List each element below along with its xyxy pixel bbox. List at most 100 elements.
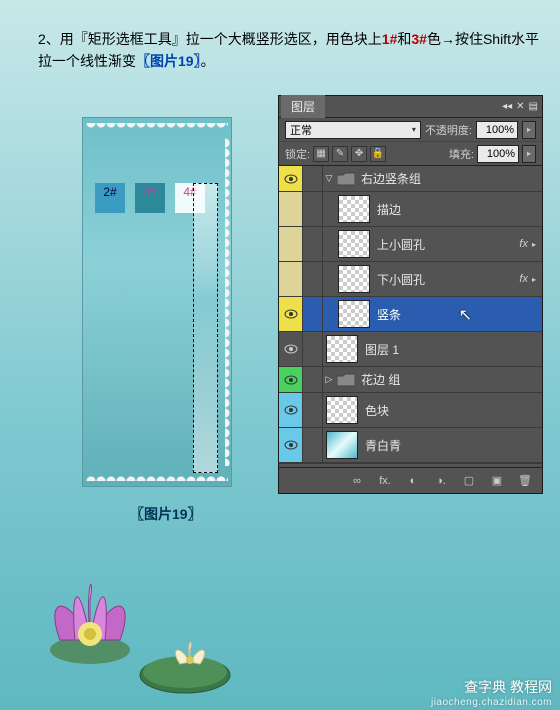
- visibility-toggle[interactable]: [279, 166, 303, 191]
- layer-style-button[interactable]: fx.: [376, 473, 394, 489]
- lock-col: [303, 297, 323, 331]
- layer-thumbnail: [326, 335, 358, 363]
- layer-name[interactable]: 下小圆孔: [373, 271, 519, 288]
- lock-col: [303, 332, 323, 366]
- panel-lock-row: 锁定: ▦ ✎ ✥ 🔒 填充: 100% ▸: [279, 142, 542, 166]
- layer-name[interactable]: 花边 组: [357, 371, 542, 388]
- fx-expand-icon[interactable]: ▸: [532, 240, 536, 249]
- scallop-top: [86, 123, 228, 133]
- layer-mask-button[interactable]: ◐: [404, 473, 422, 489]
- eye-icon: [284, 440, 298, 450]
- instr-t2: 和: [397, 31, 411, 47]
- layers-panel: 图层 ◂◂ ✕ ▤ 正常 ▾ 不透明度: 100% ▸ 锁定: ▦ ✎ ✥ 🔒 …: [278, 95, 543, 494]
- lilypad-image: [135, 620, 245, 700]
- instr-blue1: 〖图片19〗: [136, 53, 201, 69]
- visibility-toggle[interactable]: [279, 393, 303, 427]
- visibility-toggle[interactable]: [279, 332, 303, 366]
- blend-mode-value: 正常: [290, 122, 312, 138]
- folder-icon: [335, 170, 357, 188]
- eye-icon: [284, 174, 298, 184]
- layers-list: ▽ 右边竖条组 描边 上小圆孔 fx ▸: [279, 166, 542, 467]
- opacity-label: 不透明度:: [425, 122, 472, 138]
- panel-header: 图层 ◂◂ ✕ ▤: [279, 96, 542, 118]
- lock-all-button[interactable]: 🔒: [370, 146, 386, 162]
- layer-vertical-bar[interactable]: 竖条 ↖: [279, 297, 542, 332]
- lock-col: [303, 428, 323, 462]
- fill-input[interactable]: 100%: [477, 145, 519, 163]
- layer-thumbnail: [326, 396, 358, 424]
- lock-col: [303, 393, 323, 427]
- blend-mode-select[interactable]: 正常 ▾: [285, 121, 421, 139]
- instr-t1: 用『矩形选框工具』拉一个大概竖形选区，用色块上: [60, 31, 382, 47]
- delete-layer-button[interactable]: 🗑: [516, 473, 534, 489]
- watermark-url: jiaocheng.chazidian.com: [431, 697, 552, 708]
- new-layer-button[interactable]: ▣: [488, 473, 506, 489]
- lock-col: [303, 227, 323, 261]
- eye-icon: [284, 375, 298, 385]
- watermark-site: 查字典 教程网: [431, 677, 552, 697]
- eye-icon: [284, 344, 298, 354]
- panel-tab-layers[interactable]: 图层: [281, 95, 325, 118]
- link-layers-button[interactable]: ∞: [348, 473, 366, 489]
- opacity-slider-button[interactable]: ▸: [522, 121, 536, 139]
- visibility-toggle[interactable]: [279, 227, 303, 261]
- swatch-2: 2#: [95, 183, 125, 213]
- panel-arrows-icon: ◂◂: [502, 101, 512, 112]
- layer-group-lace[interactable]: ▷ 花边 组: [279, 367, 542, 393]
- lock-transparent-button[interactable]: ▦: [313, 146, 329, 162]
- fill-slider-button[interactable]: ▸: [522, 145, 536, 163]
- visibility-toggle[interactable]: [279, 192, 303, 226]
- eye-icon: [284, 309, 298, 319]
- new-group-button[interactable]: ▢: [460, 473, 478, 489]
- figure-caption: 〖图片19〗: [130, 504, 202, 524]
- visibility-toggle[interactable]: [279, 428, 303, 462]
- scallop-right: [225, 138, 235, 466]
- lock-pixels-button[interactable]: ✎: [332, 146, 348, 162]
- artwork-preview: 2# 3# 4#: [82, 117, 232, 487]
- fx-badge[interactable]: fx: [519, 238, 528, 250]
- layer-name[interactable]: 上小圆孔: [373, 236, 519, 253]
- panel-footer: ∞ fx. ◐ ◑. ▢ ▣ 🗑: [279, 467, 542, 493]
- visibility-toggle[interactable]: [279, 262, 303, 296]
- layer-cyan-white-cyan[interactable]: 青白青: [279, 428, 542, 463]
- swatch-3: 3#: [135, 183, 165, 213]
- layer-hole-bottom[interactable]: 下小圆孔 fx ▸: [279, 262, 542, 297]
- folder-icon: [335, 371, 357, 389]
- panel-menu[interactable]: ◂◂ ✕ ▤: [502, 101, 538, 112]
- layer-layer1[interactable]: 图层 1: [279, 332, 542, 367]
- panel-close-icon: ✕: [516, 101, 524, 112]
- layer-name[interactable]: 竖条: [373, 306, 542, 323]
- panel-menu-icon[interactable]: ▤: [529, 101, 538, 112]
- lock-position-button[interactable]: ✥: [351, 146, 367, 162]
- layer-name[interactable]: 右边竖条组: [357, 170, 542, 187]
- instr-red2: 3#: [411, 31, 427, 47]
- fx-badge[interactable]: fx: [519, 273, 528, 285]
- layer-name[interactable]: 青白青: [361, 437, 542, 454]
- collapse-arrow[interactable]: ▷: [323, 374, 335, 385]
- adjustment-layer-button[interactable]: ◑.: [432, 473, 450, 489]
- lock-col: [303, 166, 323, 191]
- eye-icon: [284, 405, 298, 415]
- fill-label: 填充:: [449, 146, 474, 162]
- layer-color-block[interactable]: 色块: [279, 393, 542, 428]
- fx-expand-icon[interactable]: ▸: [532, 275, 536, 284]
- step-number: 2、: [38, 31, 60, 47]
- layer-hole-top[interactable]: 上小圆孔 fx ▸: [279, 227, 542, 262]
- lock-col: [303, 262, 323, 296]
- lock-col: [303, 192, 323, 226]
- instr-t4: 。: [201, 53, 215, 69]
- layer-group-right-bar[interactable]: ▽ 右边竖条组: [279, 166, 542, 192]
- watermark: 查字典 教程网 jiaocheng.chazidian.com: [431, 677, 552, 708]
- layer-name[interactable]: 色块: [361, 402, 542, 419]
- collapse-arrow[interactable]: ▽: [323, 173, 335, 184]
- opacity-input[interactable]: 100%: [476, 121, 518, 139]
- layer-name[interactable]: 图层 1: [361, 341, 542, 358]
- layer-thumbnail: [338, 230, 370, 258]
- instr-red1: 1#: [382, 31, 398, 47]
- layer-thumbnail: [338, 195, 370, 223]
- dropdown-icon: ▾: [412, 125, 416, 134]
- visibility-toggle[interactable]: [279, 367, 303, 392]
- visibility-toggle[interactable]: [279, 297, 303, 331]
- layer-name[interactable]: 描边: [373, 201, 542, 218]
- layer-stroke[interactable]: 描边: [279, 192, 542, 227]
